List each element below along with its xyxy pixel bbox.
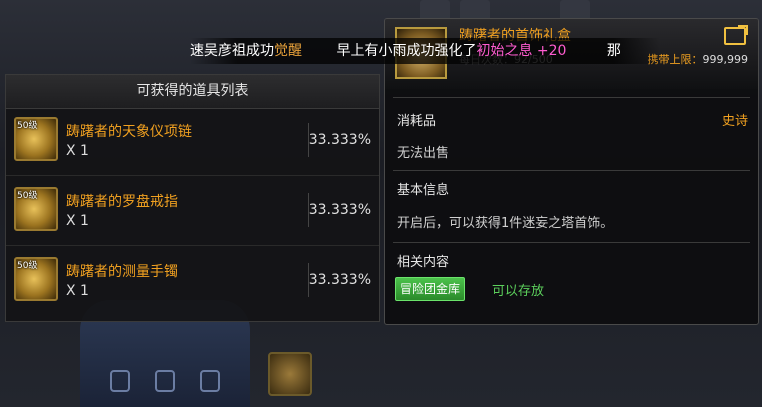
item-level: 50级 [17,261,38,271]
item-description: 开启后，可以获得1件迷妄之塔首饰。 [397,216,614,231]
divider [393,97,750,98]
reward-list-panel: 可获得的道具列表 50级 踌躇者的天象仪项链 X 1 33.333% 50级 踌… [5,74,380,322]
account-vault-tag[interactable]: 冒险团金库 [395,277,466,301]
divider [393,242,750,243]
item-category: 消耗品 [397,114,437,129]
item-tooltip: 踌躇者的首饰礼盒 每日次数：92/500 携带上限：999,999 消耗品 史诗… [384,18,759,325]
share-icon[interactable] [724,25,748,45]
bracelet-icon[interactable]: 50级 [14,257,58,301]
reward-row[interactable]: 50级 踌躇者的测量手镯 X 1 33.333% [6,249,379,315]
banner-text: 早上有小雨成功强化了 [336,43,477,59]
reward-qty: X 1 [66,283,89,299]
reward-name: 踌躇者的罗盘戒指 [66,194,178,210]
reward-name: 踌躇者的天象仪项链 [66,124,192,140]
reward-probability: 33.333% [308,132,371,148]
necklace-icon[interactable]: 50级 [14,117,58,161]
ring-icon[interactable]: 50级 [14,187,58,231]
lock-icon [155,370,175,392]
divider [393,170,750,171]
reward-probability: 33.333% [308,202,371,218]
trade-status: 无法出售 [397,146,450,161]
banner-text: 那 [606,43,621,59]
reward-qty: X 1 [66,213,89,229]
item-level: 50级 [17,191,38,201]
related-content-label: 相关内容 [397,255,450,270]
lock-icon [200,370,220,392]
banner-highlight: 觉醒 [274,43,302,59]
banner-text: 速吴彦祖成功 [190,43,274,59]
storable-note: 可以存放 [492,284,545,299]
lock-icon [110,370,130,392]
reward-name: 踌躇者的测量手镯 [66,264,178,280]
reward-qty: X 1 [66,143,89,159]
carry-limit-value: 999,999 [702,53,749,66]
reward-row[interactable]: 50级 踌躇者的罗盘戒指 X 1 33.333% [6,179,379,246]
item-level: 50级 [17,121,38,131]
banner-highlight: 初始之息 +20 [476,43,567,59]
broadcast-banner: 速吴彦祖成功觉醒 早上有小雨成功强化了初始之息 +20 那 [190,38,660,64]
inventory-slot[interactable] [268,352,312,396]
basic-info-label: 基本信息 [397,183,450,198]
reward-row[interactable]: 50级 踌躇者的天象仪项链 X 1 33.333% [6,109,379,176]
reward-list-title: 可获得的道具列表 [6,75,379,109]
reward-probability: 33.333% [308,272,371,288]
carry-limit: 携带上限：999,999 [648,51,749,67]
item-grade: 史诗 [721,114,748,129]
